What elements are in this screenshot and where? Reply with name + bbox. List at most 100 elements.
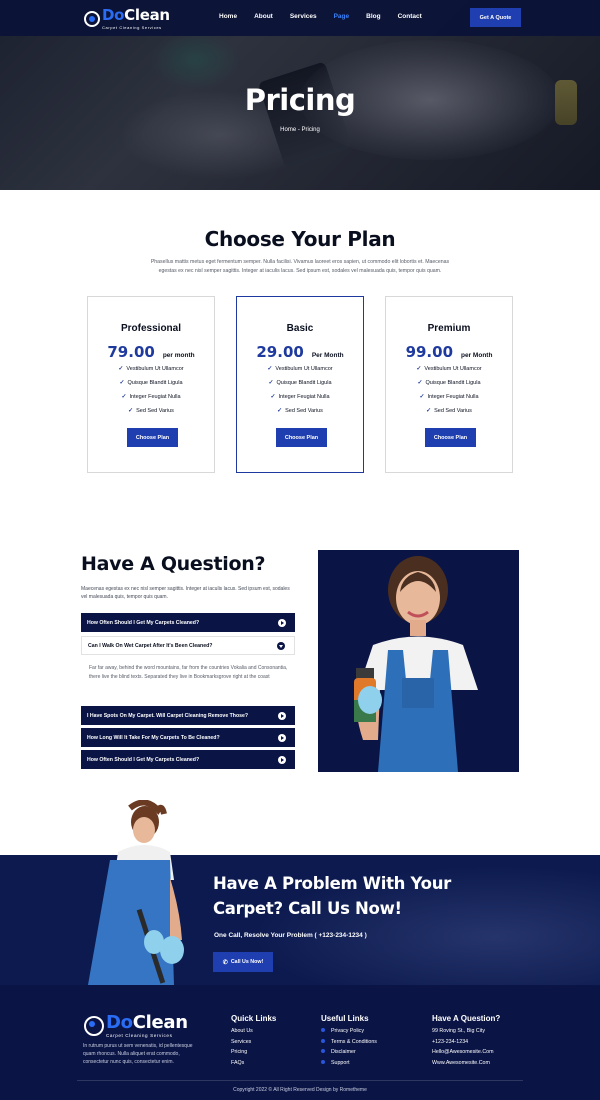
get-a-quote-button[interactable]: Get A Quote: [470, 8, 521, 27]
plan-price: 79.00: [107, 343, 155, 361]
breadcrumb[interactable]: Home - Pricing: [0, 127, 600, 133]
footer-useful-links-title: Useful Links: [321, 1014, 369, 1023]
plan-features: ✓ Vestibulum Ut Ullamcor ✓ Quisque Blandit…: [237, 365, 363, 421]
footer-phone[interactable]: +123-234-1234: [432, 1039, 494, 1050]
footer-link[interactable]: FAQs: [231, 1060, 253, 1071]
footer-link[interactable]: Pricing: [231, 1049, 253, 1060]
bullet-icon: [321, 1049, 325, 1054]
phone-icon: ✆: [222, 959, 228, 966]
plan-feature: ✓ Sed Sed Varius: [277, 408, 323, 414]
plan-feature: ✓ Quisque Blandit Ligula: [119, 380, 183, 386]
logo-wordmark: DoClean: [106, 1012, 188, 1033]
plan-price-row: 29.00 Per Month: [237, 343, 363, 361]
footer-link[interactable]: About Us: [231, 1028, 253, 1039]
bullet-icon: [321, 1060, 325, 1065]
check-icon: ✓: [270, 394, 276, 400]
plan-feature: ✓ Quisque Blandit Ligula: [268, 380, 332, 386]
faq-question: How Long Will It Take For My Carpets To …: [87, 734, 220, 741]
nav-home[interactable]: Home: [219, 13, 237, 20]
check-icon: ✓: [277, 408, 283, 414]
plan-feature: ✓ Sed Sed Varius: [128, 408, 174, 414]
check-icon: ✓: [268, 380, 274, 386]
faq-item[interactable]: How Often Should I Get My Carpets Cleane…: [81, 750, 295, 769]
choose-plan-button[interactable]: Choose Plan: [276, 428, 327, 447]
call-us-now-label: Call Us Now!: [230, 959, 264, 965]
bullet-icon: [321, 1028, 325, 1032]
nav-services[interactable]: Services: [290, 13, 317, 20]
plan-period: per month: [162, 352, 195, 359]
plan-name: Basic: [286, 323, 314, 334]
cleaner-with-vacuum-photo: [70, 799, 200, 985]
plan-price: 29.00: [256, 343, 304, 361]
footer-link[interactable]: Support: [321, 1060, 377, 1071]
footer-contact-list: 99 Roving St., Big City +123-234-1234 He…: [432, 1028, 494, 1071]
faq-item-open[interactable]: Can I Walk On Wet Carpet After It's Been…: [81, 636, 295, 655]
chevron-right-icon: [278, 733, 286, 742]
faq-answer: Far far away, behind the word mountains,…: [89, 665, 288, 680]
bullet-icon: [321, 1038, 325, 1043]
nav-page[interactable]: Page: [334, 13, 350, 20]
plan-feature: ✓ Vestibulum Ut Ullamcor: [416, 366, 482, 372]
footer-useful-links: Privacy Policy Terms & Conditions Discla…: [321, 1028, 377, 1071]
footer-divider: [77, 1080, 523, 1081]
faq-question: I Have Spots On My Carpet. Will Carpet C…: [87, 712, 249, 719]
logo-tagline: Carpet Cleaning Services: [102, 25, 162, 30]
footer-link[interactable]: Privacy Policy: [321, 1028, 377, 1039]
plan-feature: ✓ Quisque Blandit Ligula: [417, 380, 481, 386]
check-icon: ✓: [417, 380, 423, 386]
choose-plan-button[interactable]: Choose Plan: [127, 428, 178, 447]
nav-contact[interactable]: Contact: [398, 13, 422, 20]
page-title: Pricing: [244, 83, 356, 117]
plan-period: Per Month: [311, 352, 344, 359]
chevron-down-icon: [277, 641, 285, 650]
cta-heading: Have A Problem With Your Carpet? Call Us…: [213, 874, 451, 918]
choose-plan-button[interactable]: Choose Plan: [425, 428, 476, 447]
footer-quick-links: About Us Services Pricing FAQs: [231, 1028, 253, 1071]
call-us-now-button[interactable]: ✆ Call Us Now!: [213, 952, 273, 972]
footer-logo[interactable]: DoClean Carpet Cleaning Services: [84, 1014, 188, 1038]
faq-item[interactable]: How Long Will It Take For My Carpets To …: [81, 728, 295, 747]
check-icon: ✓: [128, 408, 134, 414]
check-icon: ✓: [267, 366, 273, 372]
top-navigation-bar: DoClean Carpet Cleaning Services Home Ab…: [0, 0, 600, 36]
footer-link[interactable]: Disclaimer: [321, 1049, 377, 1060]
logo-vacuum-icon: [84, 10, 100, 27]
logo-wordmark: DoClean: [102, 6, 170, 24]
cleaner-woman-photo: [318, 550, 519, 772]
logo-vacuum-icon: [84, 1016, 104, 1036]
footer-link[interactable]: Terms & Conditions: [321, 1038, 377, 1050]
nav-about[interactable]: About: [254, 13, 273, 20]
footer-email[interactable]: Hello@Awesomesite.Com: [432, 1049, 494, 1060]
plan-features: ✓ Vestibulum Ut Ullamcor ✓ Quisque Blandit…: [386, 365, 512, 421]
plan-price-row: 99.00 per Month: [386, 343, 512, 361]
plan-feature: ✓ Integer Feugiat Nulla: [419, 394, 479, 400]
logo-tagline: Carpet Cleaning Services: [106, 1033, 173, 1038]
faq-item[interactable]: How Often Should I Get My Carpets Cleane…: [81, 613, 295, 632]
footer-quick-links-title: Quick Links: [231, 1014, 277, 1023]
check-icon: ✓: [416, 366, 422, 372]
plan-features: ✓ Vestibulum Ut Ullamcor ✓ Quisque Blandit…: [88, 365, 214, 421]
nav-blog[interactable]: Blog: [366, 13, 380, 20]
chevron-right-icon: [278, 711, 286, 720]
plan-feature: ✓ Integer Feugiat Nulla: [121, 394, 181, 400]
plan-name: Professional: [120, 323, 182, 334]
cta-subtitle: One Call, Resolve Your Problem ( +123-23…: [214, 932, 367, 939]
faq-question: How Often Should I Get My Carpets Cleane…: [87, 619, 200, 626]
check-icon: ✓: [118, 366, 124, 372]
footer-link[interactable]: Services: [231, 1039, 253, 1050]
check-icon: ✓: [426, 408, 432, 414]
footer-about-text: In rutrum purus ut sem venenatis, id pel…: [83, 1043, 193, 1065]
faq-question: How Often Should I Get My Carpets Cleane…: [87, 756, 200, 763]
faq-item[interactable]: I Have Spots On My Carpet. Will Carpet C…: [81, 706, 295, 725]
plan-card-premium: Premium 99.00 per Month ✓ Vestibulum Ut U…: [385, 296, 513, 473]
footer-website[interactable]: Www.Awesomesite.Com: [432, 1060, 494, 1071]
main-nav: Home About Services Page Blog Contact: [219, 13, 439, 20]
plan-feature: ✓ Integer Feugiat Nulla: [270, 394, 330, 400]
site-logo[interactable]: DoClean Carpet Cleaning Services: [84, 7, 170, 30]
faq-heading: Have A Question?: [81, 553, 266, 575]
plan-feature: ✓ Vestibulum Ut Ullamcor: [118, 366, 184, 372]
faq-description: Maecenas egestas ex nec nisl semper sagi…: [81, 586, 290, 600]
footer-address: 99 Roving St., Big City: [432, 1028, 485, 1034]
check-icon: ✓: [121, 394, 127, 400]
plans-description: Phasellus mattis metus eget fermentum se…: [150, 259, 450, 274]
